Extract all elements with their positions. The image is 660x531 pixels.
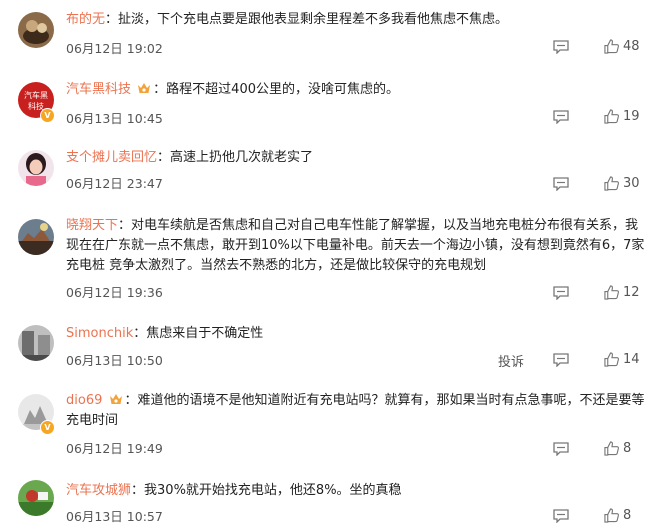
comment-date: 06月13日 10:57 xyxy=(66,509,163,524)
comment-icon[interactable] xyxy=(553,442,569,456)
comment-text: 难道他的语境不是他知道附近有充电站吗？就算有，那如果当时有点急事呢，不还是要等充… xyxy=(66,393,645,428)
like-count: 19 xyxy=(623,109,640,124)
comment-item: V dio69 ：难道他的语境不是他知道附近有充电站吗？就算有，那如果当时有点急… xyxy=(0,386,660,464)
comment-text-line: dio69 ：难道他的语境不是他知道附近有充电站吗？就算有，那如果当时有点急事呢… xyxy=(66,393,645,428)
vip-crown-icon xyxy=(109,394,122,404)
verified-badge-icon: V xyxy=(40,420,55,435)
like-count: 8 xyxy=(623,441,632,456)
comment-item: 汽车攻城狮：我30%就开始找充电站，他还8%。坐的真稳 06月13日 10:57… xyxy=(0,471,660,531)
username-link[interactable]: 汽车黑科技 xyxy=(66,82,131,97)
verified-badge-icon: V xyxy=(40,108,55,123)
vip-crown-icon xyxy=(138,83,151,93)
report-button[interactable]: 投诉 xyxy=(498,351,524,370)
avatar[interactable] xyxy=(18,219,54,255)
comment-item: 支个摊儿卖回忆：高速上扔他几次就老实了 06月12日 23:47 30 xyxy=(0,140,660,202)
comment-text: 扯淡，下个充电点要是跟他表显剩余里程差不多我看他焦虑不焦虑。 xyxy=(118,12,509,27)
comment-icon[interactable] xyxy=(553,110,569,124)
thumbs-up-icon[interactable] xyxy=(604,39,619,54)
thumbs-up-icon[interactable] xyxy=(604,441,619,456)
username-link[interactable]: 汽车攻城狮 xyxy=(66,483,131,498)
like-count: 30 xyxy=(623,176,640,191)
avatar[interactable] xyxy=(18,150,54,186)
comment-icon[interactable] xyxy=(553,509,569,523)
thumbs-up-icon[interactable] xyxy=(604,285,619,300)
comment-item: 晓翔天下：对电车续航是否焦虑和自己对自己电车性能了解掌握，以及当地充电桩分布很有… xyxy=(0,209,660,309)
thumbs-up-icon[interactable] xyxy=(604,352,619,367)
comment-item: 汽车黑 科技 V 汽车黑科技 ：路程不超过400公里的，没啥可焦虑的。 06月13… xyxy=(0,72,660,134)
comment-date: 06月13日 10:50 xyxy=(66,353,163,368)
comment-text: 我30%就开始找充电站，他还8%。坐的真稳 xyxy=(144,483,402,498)
avatar[interactable] xyxy=(18,480,54,516)
comment-item: 布的无：扯淡，下个充电点要是跟他表显剩余里程差不多我看他焦虑不焦虑。 06月12… xyxy=(0,0,660,63)
avatar[interactable] xyxy=(18,12,54,48)
comment-icon[interactable] xyxy=(553,40,569,54)
like-count: 12 xyxy=(623,285,640,300)
thumbs-up-icon[interactable] xyxy=(604,508,619,523)
comment-date: 06月12日 19:49 xyxy=(66,441,163,456)
thumbs-up-icon[interactable] xyxy=(604,176,619,191)
comment-text: 路程不超过400公里的，没啥可焦虑的。 xyxy=(166,82,399,97)
comment-text-line: 汽车攻城狮：我30%就开始找充电站，他还8%。坐的真稳 xyxy=(66,483,402,498)
like-count: 8 xyxy=(623,508,632,523)
username-link[interactable]: Simonchik xyxy=(66,326,133,341)
comment-date: 06月12日 19:36 xyxy=(66,285,163,300)
comment-text-line: 晓翔天下：对电车续航是否焦虑和自己对自己电车性能了解掌握，以及当地充电桩分布很有… xyxy=(66,218,645,273)
thumbs-up-icon[interactable] xyxy=(604,109,619,124)
username-link[interactable]: 晓翔天下 xyxy=(66,218,118,233)
username-link[interactable]: dio69 xyxy=(66,393,102,408)
comment-text: 对电车续航是否焦虑和自己对自己电车性能了解掌握，以及当地充电桩分布很有关系，我现… xyxy=(66,218,645,273)
like-count: 48 xyxy=(623,39,640,54)
avatar[interactable] xyxy=(18,325,54,361)
comment-text: 高速上扔他几次就老实了 xyxy=(170,150,314,165)
username-link[interactable]: 支个摊儿卖回忆 xyxy=(66,150,157,165)
like-count: 14 xyxy=(623,352,640,367)
comment-icon[interactable] xyxy=(553,177,569,191)
svg-text:汽车黑: 汽车黑 xyxy=(24,90,48,100)
username-link[interactable]: 布的无 xyxy=(66,12,105,27)
comment-text-line: Simonchik：焦虑来自于不确定性 xyxy=(66,326,264,341)
comment-text-line: 布的无：扯淡，下个充电点要是跟他表显剩余里程差不多我看他焦虑不焦虑。 xyxy=(66,12,509,27)
comment-icon[interactable] xyxy=(553,286,569,300)
comment-text-line: 支个摊儿卖回忆：高速上扔他几次就老实了 xyxy=(66,150,314,165)
comment-text-line: 汽车黑科技 ：路程不超过400公里的，没啥可焦虑的。 xyxy=(66,82,399,97)
comment-date: 06月13日 10:45 xyxy=(66,111,163,126)
comment-date: 06月12日 19:02 xyxy=(66,41,163,56)
comment-item: Simonchik：焦虑来自于不确定性 06月13日 10:50 投诉 14 xyxy=(0,316,660,380)
comment-text: 焦虑来自于不确定性 xyxy=(146,326,264,341)
comment-date: 06月12日 23:47 xyxy=(66,176,163,191)
comment-icon[interactable] xyxy=(553,353,569,367)
